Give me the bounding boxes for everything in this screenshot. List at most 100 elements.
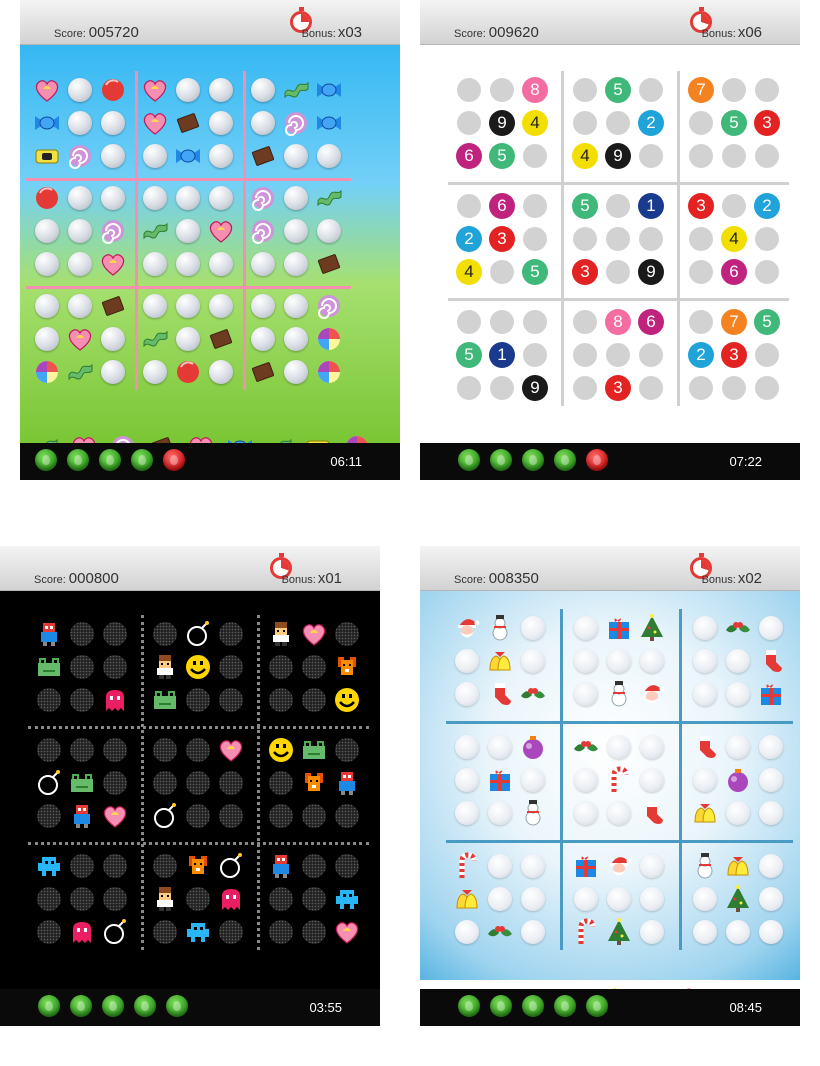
- choc-icon[interactable]: [248, 357, 278, 387]
- empty-cell[interactable]: [173, 216, 203, 246]
- empty-cell[interactable]: [452, 679, 482, 709]
- santa-icon[interactable]: [604, 851, 634, 881]
- heart-icon[interactable]: [299, 619, 329, 649]
- empty-cell[interactable]: [248, 291, 278, 321]
- robot-icon[interactable]: [34, 619, 64, 649]
- empty-cell[interactable]: [98, 183, 128, 213]
- empty-cell[interactable]: [604, 798, 634, 828]
- empty-cell[interactable]: [314, 141, 344, 171]
- empty-cell[interactable]: [140, 357, 170, 387]
- empty-cell[interactable]: [183, 735, 213, 765]
- empty-cell[interactable]: [723, 798, 753, 828]
- empty-cell[interactable]: [216, 685, 246, 715]
- number-tile[interactable]: 6: [454, 141, 484, 171]
- empty-cell[interactable]: [686, 141, 716, 171]
- empty-cell[interactable]: [636, 141, 666, 171]
- empty-cell[interactable]: [518, 851, 548, 881]
- empty-cell[interactable]: [454, 373, 484, 403]
- empty-cell[interactable]: [183, 768, 213, 798]
- number-tile[interactable]: 3: [752, 108, 782, 138]
- empty-cell[interactable]: [487, 373, 517, 403]
- empty-cell[interactable]: [719, 191, 749, 221]
- empty-cell[interactable]: [150, 917, 180, 947]
- frog-icon[interactable]: [34, 652, 64, 682]
- holly-icon[interactable]: [518, 679, 548, 709]
- robot-icon[interactable]: [332, 768, 362, 798]
- gift-icon[interactable]: [485, 765, 515, 795]
- frog-icon[interactable]: [67, 768, 97, 798]
- empty-cell[interactable]: [603, 340, 633, 370]
- gummy-icon[interactable]: [65, 357, 95, 387]
- empty-cell[interactable]: [173, 324, 203, 354]
- alien-icon[interactable]: [183, 917, 213, 947]
- empty-cell[interactable]: [67, 735, 97, 765]
- swirl-icon[interactable]: [281, 108, 311, 138]
- number-tile[interactable]: 2: [454, 224, 484, 254]
- empty-cell[interactable]: [518, 646, 548, 676]
- empty-cell[interactable]: [34, 685, 64, 715]
- empty-cell[interactable]: [454, 108, 484, 138]
- ghost-icon[interactable]: [67, 917, 97, 947]
- empty-cell[interactable]: [637, 765, 667, 795]
- empty-cell[interactable]: [140, 183, 170, 213]
- empty-cell[interactable]: [637, 884, 667, 914]
- empty-cell[interactable]: [266, 884, 296, 914]
- empty-cell[interactable]: [34, 917, 64, 947]
- empty-cell[interactable]: [636, 340, 666, 370]
- empty-cell[interactable]: [520, 141, 550, 171]
- empty-cell[interactable]: [150, 768, 180, 798]
- guy-icon[interactable]: [266, 619, 296, 649]
- stock-icon[interactable]: [637, 798, 667, 828]
- smile-icon[interactable]: [183, 652, 213, 682]
- empty-cell[interactable]: [206, 249, 236, 279]
- tree-icon[interactable]: [604, 917, 634, 947]
- empty-cell[interactable]: [518, 917, 548, 947]
- gift-icon[interactable]: [571, 851, 601, 881]
- empty-cell[interactable]: [603, 191, 633, 221]
- number-tile[interactable]: 3: [487, 224, 517, 254]
- empty-cell[interactable]: [686, 307, 716, 337]
- empty-cell[interactable]: [518, 765, 548, 795]
- empty-cell[interactable]: [756, 798, 786, 828]
- empty-cell[interactable]: [723, 917, 753, 947]
- number-tile[interactable]: 5: [454, 340, 484, 370]
- empty-cell[interactable]: [571, 646, 601, 676]
- empty-cell[interactable]: [216, 652, 246, 682]
- number-tile[interactable]: 9: [636, 257, 666, 287]
- number-tile[interactable]: 2: [636, 108, 666, 138]
- gift-icon[interactable]: [756, 679, 786, 709]
- empty-cell[interactable]: [266, 917, 296, 947]
- number-tile[interactable]: 3: [570, 257, 600, 287]
- empty-cell[interactable]: [65, 249, 95, 279]
- empty-cell[interactable]: [299, 652, 329, 682]
- frog-icon[interactable]: [299, 735, 329, 765]
- empty-cell[interactable]: [570, 307, 600, 337]
- snowman-icon[interactable]: [518, 798, 548, 828]
- number-tile[interactable]: 8: [603, 307, 633, 337]
- empty-cell[interactable]: [756, 917, 786, 947]
- empty-cell[interactable]: [454, 75, 484, 105]
- empty-cell[interactable]: [173, 75, 203, 105]
- empty-cell[interactable]: [518, 884, 548, 914]
- bauble-icon[interactable]: [518, 732, 548, 762]
- number-tile[interactable]: 3: [686, 191, 716, 221]
- empty-cell[interactable]: [723, 679, 753, 709]
- empty-cell[interactable]: [332, 619, 362, 649]
- empty-cell[interactable]: [485, 884, 515, 914]
- bomb-icon[interactable]: [150, 801, 180, 831]
- choc-icon[interactable]: [98, 291, 128, 321]
- empty-cell[interactable]: [98, 357, 128, 387]
- empty-cell[interactable]: [637, 851, 667, 881]
- wrap-icon[interactable]: [173, 141, 203, 171]
- empty-cell[interactable]: [299, 685, 329, 715]
- empty-cell[interactable]: [266, 801, 296, 831]
- empty-cell[interactable]: [520, 191, 550, 221]
- candy-icon[interactable]: [173, 357, 203, 387]
- bells-icon[interactable]: [452, 884, 482, 914]
- number-tile[interactable]: 5: [570, 191, 600, 221]
- gummy-icon[interactable]: [281, 75, 311, 105]
- empty-cell[interactable]: [452, 646, 482, 676]
- gift-icon[interactable]: [604, 613, 634, 643]
- empty-cell[interactable]: [485, 732, 515, 762]
- empty-cell[interactable]: [100, 619, 130, 649]
